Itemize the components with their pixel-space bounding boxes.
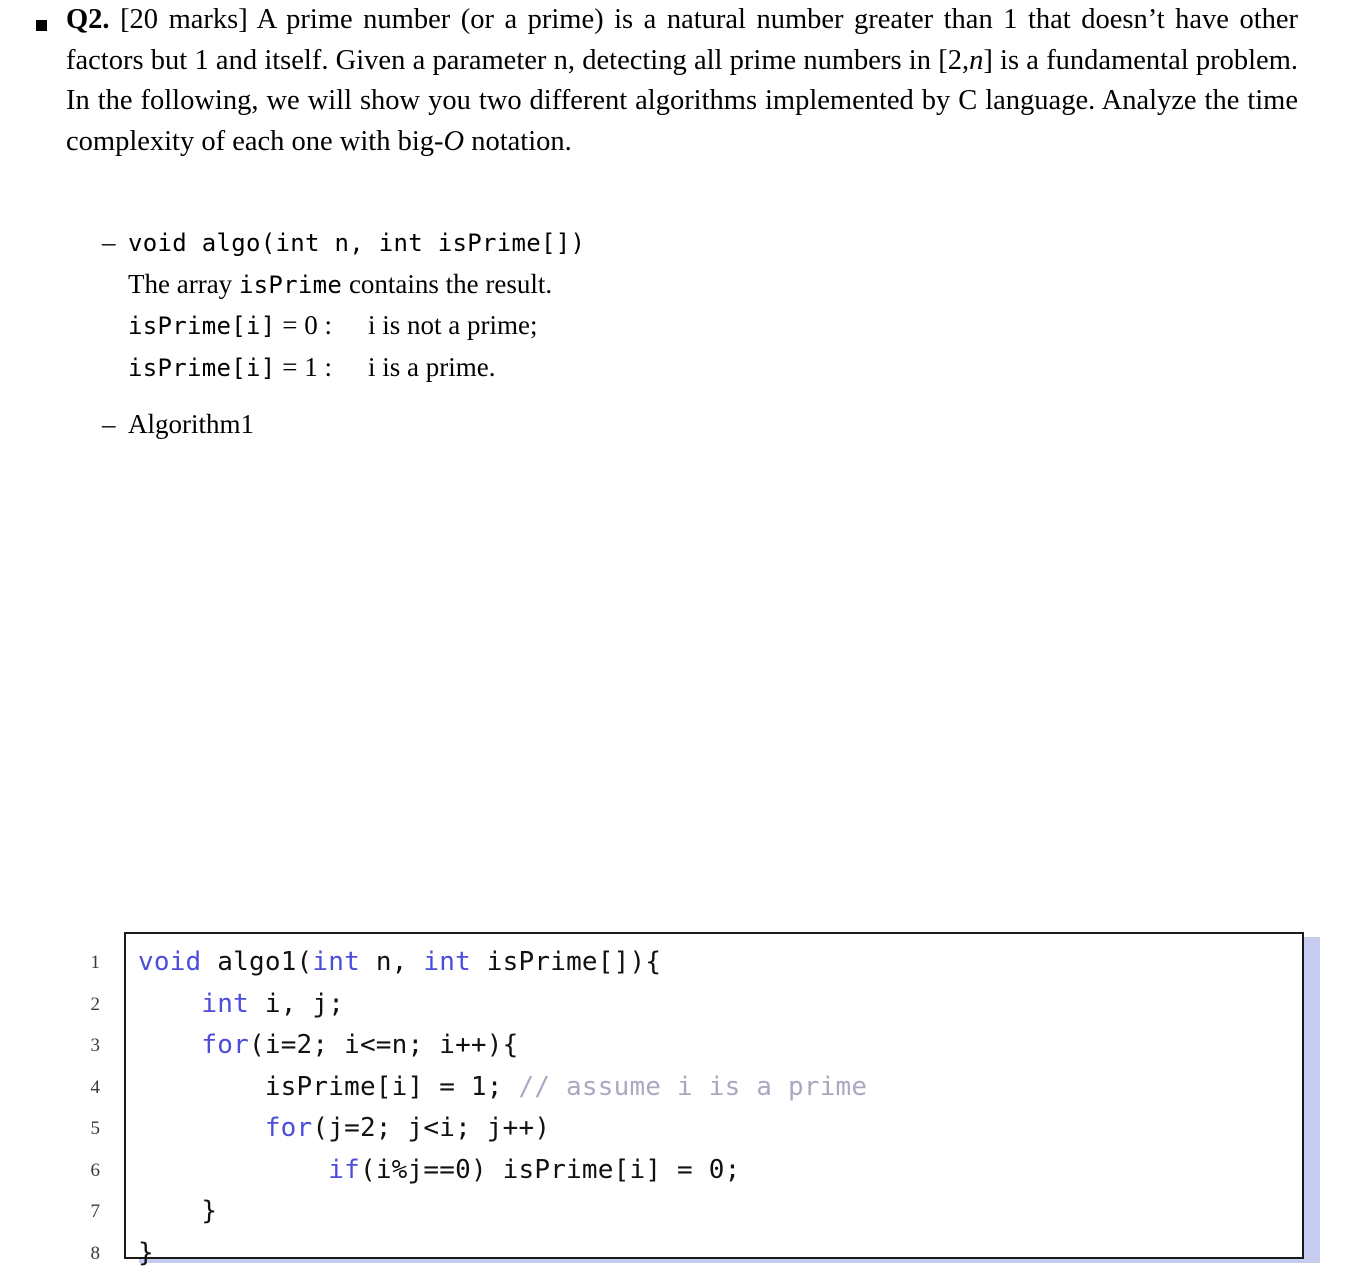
code-text: i, j; <box>249 989 344 1019</box>
code-keyword: int <box>201 989 249 1019</box>
code-text <box>138 1030 201 1060</box>
code-keyword: int <box>312 947 360 977</box>
code-text <box>138 1113 265 1143</box>
algorithm-label-block: – Algorithm1 <box>0 404 1350 445</box>
code-listing: 1void algo1(int n, int isPrime[]){2 int … <box>0 466 1350 806</box>
question-text-part3: notation. <box>464 126 572 157</box>
array-desc-post: contains the result. <box>342 269 552 299</box>
isprime-eq-one: = 1 : <box>276 352 332 382</box>
code-text: isPrime[i] = 1; <box>138 1072 518 1102</box>
algorithm-name: Algorithm1 <box>128 404 1350 445</box>
definition-line-one: isPrime[i] = 1 : i is a prime. <box>128 347 1350 389</box>
code-keyword: if <box>328 1155 360 1185</box>
question-label: Q2. <box>66 4 110 35</box>
code-keyword: void <box>138 947 201 977</box>
list-item: – Algorithm1 <box>0 404 1350 445</box>
dash-marker: – <box>102 222 116 263</box>
code-keyword: for <box>265 1113 313 1143</box>
code-text <box>138 989 201 1019</box>
code-keyword: for <box>201 1030 249 1060</box>
code-line: 4 isPrime[i] = 1; // assume i is a prime <box>126 1067 1304 1109</box>
array-desc-pre: The array <box>128 269 239 299</box>
math-variable-n: n <box>969 45 983 76</box>
line-number: 4 <box>0 1067 100 1109</box>
array-name: isPrime <box>239 271 342 299</box>
code-text <box>138 1155 328 1185</box>
math-variable-O: O <box>444 126 465 157</box>
line-number: 1 <box>0 942 100 984</box>
array-description-line: The array isPrime contains the result. <box>128 264 1350 306</box>
code-comment: // assume i is a prime <box>518 1072 867 1102</box>
code-keyword: int <box>423 947 471 977</box>
line-number: 5 <box>0 1108 100 1150</box>
list-item: – void algo(int n, int isPrime[]) The ar… <box>0 222 1350 388</box>
code-line: 7 } <box>126 1191 1304 1233</box>
question-marks: [20 marks] <box>120 4 248 35</box>
code-text: n, <box>360 947 423 977</box>
square-bullet-icon <box>36 20 47 31</box>
definition-line-zero: isPrime[i] = 0 : i is not a prime; <box>128 305 1350 347</box>
code-line: 1void algo1(int n, int isPrime[]){ <box>126 942 1304 984</box>
isprime-desc-zero: i is not a prime; <box>368 310 537 340</box>
isprime-expr-one: isPrime[i] <box>128 354 276 382</box>
function-signature: void algo(int n, int isPrime[]) <box>128 229 585 257</box>
code-text: (i=2; i<=n; i++){ <box>249 1030 519 1060</box>
code-line: 6 if(i%j==0) isPrime[i] = 0; <box>126 1150 1304 1192</box>
code-text: algo1( <box>201 947 312 977</box>
dash-marker: – <box>102 404 116 445</box>
code-line: 8} <box>126 1233 1304 1274</box>
code-line: 3 for(i=2; i<=n; i++){ <box>126 1025 1304 1067</box>
sub-list: – void algo(int n, int isPrime[]) The ar… <box>0 222 1350 388</box>
code-line: 5 for(j=2; j<i; j++) <box>126 1108 1304 1150</box>
isprime-eq-zero: = 0 : <box>276 310 332 340</box>
code-text: (i%j==0) isPrime[i] = 0; <box>360 1155 740 1185</box>
isprime-desc-one: i is a prime. <box>368 352 495 382</box>
signature-line: void algo(int n, int isPrime[]) <box>128 222 1350 264</box>
code-listing-content[interactable]: 1void algo1(int n, int isPrime[]){2 int … <box>126 932 1304 1259</box>
code-text: isPrime[]){ <box>471 947 661 977</box>
code-text: } <box>138 1238 154 1268</box>
line-number: 8 <box>0 1233 100 1274</box>
code-text: } <box>138 1196 217 1226</box>
line-number: 7 <box>0 1191 100 1233</box>
question-block: Q2. [20 marks] A prime number (or a prim… <box>0 0 1350 162</box>
line-number: 6 <box>0 1150 100 1192</box>
line-number: 2 <box>0 984 100 1026</box>
line-number: 3 <box>0 1025 100 1067</box>
code-text: (j=2; j<i; j++) <box>312 1113 550 1143</box>
isprime-expr-zero: isPrime[i] <box>128 312 276 340</box>
question-paragraph: Q2. [20 marks] A prime number (or a prim… <box>0 0 1350 162</box>
code-line: 2 int i, j; <box>126 984 1304 1026</box>
